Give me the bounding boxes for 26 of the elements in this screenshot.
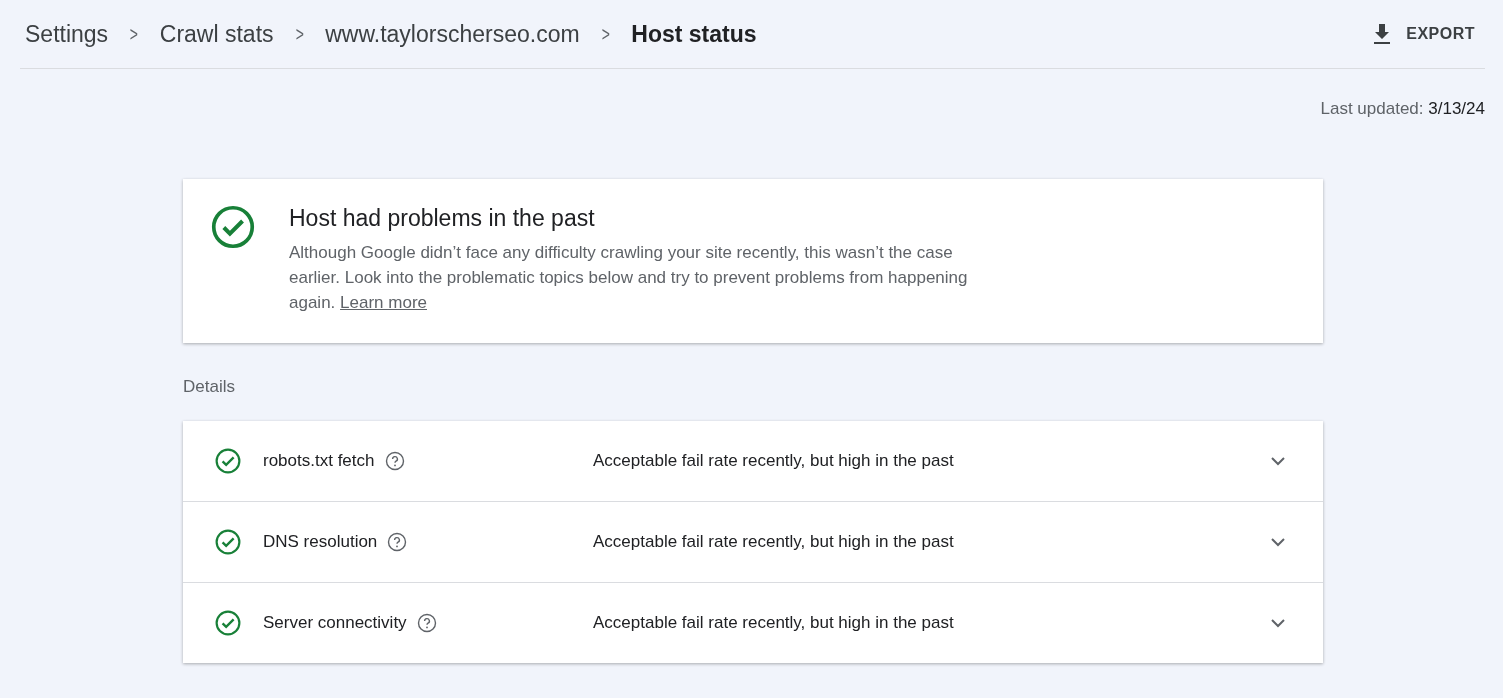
detail-name: DNS resolution	[263, 532, 378, 552]
breadcrumb-separator: >	[294, 22, 305, 46]
chevron-icon	[1269, 617, 1287, 629]
learn-more-link[interactable]: Learn more	[340, 293, 427, 312]
breadcrumb-link[interactable]: Crawl stats	[159, 20, 274, 48]
breadcrumb-link[interactable]: Settings	[25, 20, 109, 48]
detail-message: Acceptable fail rate recently, but high in the past	[593, 532, 955, 552]
breadcrumb-separator: >	[600, 22, 611, 46]
download-icon	[1372, 23, 1393, 45]
help-icon[interactable]	[416, 613, 437, 633]
breadcrumb-link[interactable]: Host status	[631, 20, 757, 48]
export-button[interactable]: EXPORT	[1362, 15, 1485, 53]
chevron-icon	[1269, 455, 1287, 467]
last-updated-text: Last updated: 3/13/24	[1320, 99, 1485, 119]
status-description: Although Google didn’t face any difficulty crawling your site recently, this wasn’t the case earlier. Look into the problematic topics below and try to prevent problems from happening again. Learn more	[289, 242, 969, 314]
help-icon[interactable]	[387, 532, 408, 552]
detail-message: Acceptable fail rate recently, but high in the past	[593, 613, 955, 633]
breadcrumb-separator: >	[128, 22, 140, 46]
breadcrumb-link[interactable]: www.taylorscherseo.com	[325, 20, 580, 48]
detail-name: robots.txt fetch	[263, 451, 375, 471]
details-label: Details	[183, 377, 236, 397]
chevron-icon	[1269, 536, 1287, 548]
help-icon[interactable]	[384, 451, 405, 471]
detail-name: Server connectivity	[263, 613, 407, 633]
status-title: Host had problems in the past	[289, 205, 596, 232]
detail-message: Acceptable fail rate recently, but high in the past	[593, 451, 955, 471]
